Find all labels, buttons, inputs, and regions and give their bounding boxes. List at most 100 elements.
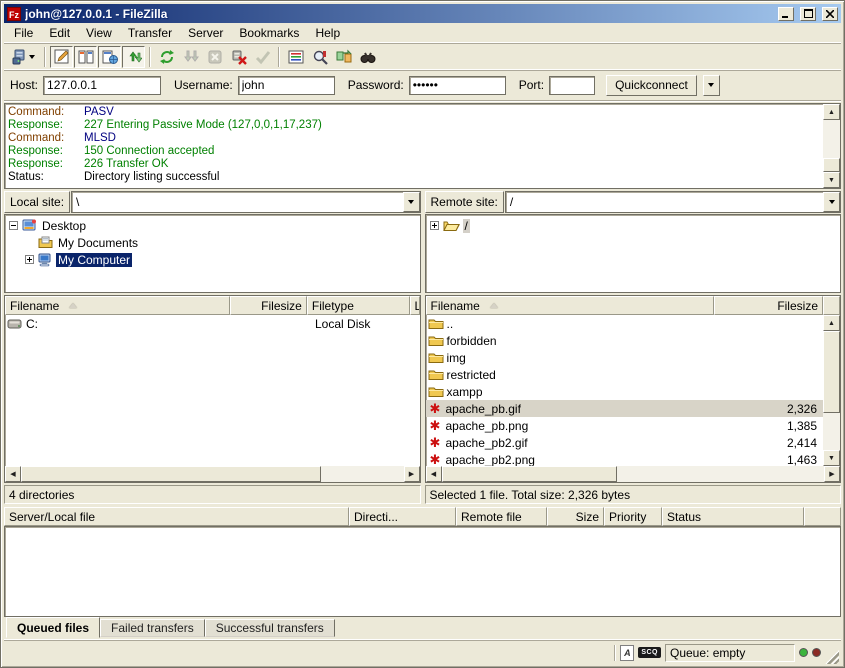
tab-queued-files[interactable]: Queued files — [6, 617, 100, 638]
scrollbar-track[interactable] — [617, 466, 825, 482]
folder-row[interactable]: img — [426, 349, 824, 366]
toggle-queue-button[interactable] — [122, 46, 145, 68]
collapse-icon[interactable] — [9, 221, 18, 230]
scroll-up-icon[interactable]: ▲ — [823, 104, 840, 120]
tab-failed-transfers[interactable]: Failed transfers — [100, 619, 205, 637]
scroll-right-icon[interactable]: ▶ — [824, 466, 840, 482]
toggle-local-tree-button[interactable] — [74, 46, 97, 68]
process-queue-icon — [183, 49, 199, 65]
scroll-down-icon[interactable]: ▼ — [823, 172, 840, 188]
menu-edit[interactable]: Edit — [41, 24, 78, 42]
column-remote-file[interactable]: Remote file — [456, 507, 547, 526]
column-priority[interactable]: Priority — [604, 507, 662, 526]
menu-file[interactable]: File — [6, 24, 41, 42]
local-site-combo[interactable]: \ — [71, 191, 420, 213]
close-icon — [826, 10, 834, 18]
quickconnect-button[interactable]: Quickconnect — [606, 75, 697, 96]
menu-transfer[interactable]: Transfer — [120, 24, 180, 42]
disconnect-button[interactable] — [227, 46, 250, 68]
tree-item-my-computer[interactable]: My Computer — [7, 251, 420, 268]
reconnect-icon — [255, 49, 271, 65]
reconnect-button[interactable] — [251, 46, 274, 68]
cancel-button[interactable] — [203, 46, 226, 68]
tab-successful-transfers[interactable]: Successful transfers — [205, 619, 335, 637]
file-row-selected[interactable]: ✱apache_pb.gif 2,326 — [426, 400, 824, 417]
queue-body[interactable] — [4, 526, 841, 617]
speed-limits-icon[interactable]: SCQ — [638, 647, 661, 658]
scrollbar-track[interactable] — [823, 120, 840, 158]
file-row[interactable]: ✱apache_pb.png 1,385 — [426, 417, 824, 434]
scrollbar-thumb[interactable] — [823, 331, 840, 413]
password-input[interactable] — [409, 76, 506, 95]
title-bar[interactable]: Fz john@127.0.0.1 - FileZilla — [4, 4, 841, 23]
folder-row[interactable]: restricted — [426, 366, 824, 383]
menu-help[interactable]: Help — [307, 24, 348, 42]
log-line: Status: Directory listing successful — [8, 171, 823, 184]
scrollbar-thumb[interactable] — [823, 158, 840, 172]
column-label: Server/Local file — [9, 510, 95, 524]
local-site-dropdown-button[interactable] — [403, 192, 420, 212]
scroll-up-icon[interactable]: ▲ — [823, 315, 840, 331]
data-type-indicator-icon[interactable]: A — [620, 645, 634, 661]
file-type: Local Disk — [311, 317, 415, 331]
menu-bar: File Edit View Transfer Server Bookmarks… — [4, 23, 841, 43]
column-server-local-file[interactable]: Server/Local file — [4, 507, 349, 526]
log-scrollbar[interactable]: ▲ ▼ — [823, 104, 840, 188]
sort-ascending-icon — [69, 303, 77, 308]
tree-item-root[interactable]: / — [428, 217, 841, 234]
toggle-message-log-button[interactable] — [50, 46, 73, 68]
close-button[interactable] — [822, 7, 838, 21]
column-size[interactable]: Size — [547, 507, 604, 526]
remote-horizontal-scrollbar[interactable]: ◀ ▶ — [426, 466, 841, 482]
column-filetype[interactable]: Filetype — [307, 296, 410, 315]
minimize-button[interactable] — [778, 7, 794, 21]
local-file-pane: Filename Filesize Filetype L C: — [4, 295, 421, 504]
column-filesize[interactable]: Filesize — [230, 296, 307, 315]
scrollbar-track[interactable] — [823, 413, 840, 450]
menu-bookmarks[interactable]: Bookmarks — [231, 24, 307, 42]
column-filename[interactable]: Filename — [5, 296, 230, 315]
folder-row[interactable]: .. — [426, 315, 824, 332]
synchronized-browsing-button[interactable] — [332, 46, 355, 68]
scrollbar-thumb[interactable] — [442, 466, 617, 482]
expand-icon[interactable] — [430, 221, 439, 230]
column-status[interactable]: Status — [662, 507, 804, 526]
refresh-button[interactable] — [155, 46, 178, 68]
scroll-down-icon[interactable]: ▼ — [823, 450, 840, 466]
file-row-c-drive[interactable]: C: Local Disk — [5, 315, 420, 332]
username-input[interactable] — [238, 76, 335, 95]
maximize-button[interactable] — [800, 7, 816, 21]
menu-server[interactable]: Server — [180, 24, 231, 42]
folder-row[interactable]: forbidden — [426, 332, 824, 349]
filter-button[interactable] — [284, 46, 307, 68]
remote-site-dropdown-button[interactable] — [823, 192, 840, 212]
scrollbar-thumb[interactable] — [21, 466, 321, 482]
expand-icon[interactable] — [25, 255, 34, 264]
column-filesize[interactable]: Filesize — [714, 296, 824, 315]
resize-grip[interactable] — [825, 650, 839, 664]
scroll-right-icon[interactable]: ▶ — [404, 466, 420, 482]
tree-item-my-documents[interactable]: My Documents — [7, 234, 420, 251]
column-direction[interactable]: Directi... — [349, 507, 456, 526]
quickconnect-dropdown-button[interactable] — [703, 75, 720, 96]
directory-comparison-button[interactable] — [308, 46, 331, 68]
scrollbar-track[interactable] — [321, 466, 404, 482]
site-manager-button[interactable] — [6, 46, 40, 68]
scroll-left-icon[interactable]: ◀ — [5, 466, 21, 482]
remote-site-combo[interactable]: / — [505, 191, 841, 213]
process-queue-button[interactable] — [179, 46, 202, 68]
find-files-button[interactable] — [356, 46, 379, 68]
folder-row[interactable]: xampp — [426, 383, 824, 400]
file-row[interactable]: ✱apache_pb2.gif 2,414 — [426, 434, 824, 451]
toggle-remote-tree-button[interactable] — [98, 46, 121, 68]
scroll-left-icon[interactable]: ◀ — [426, 466, 442, 482]
remote-vertical-scrollbar[interactable]: ▲ ▼ — [823, 315, 840, 466]
port-input[interactable] — [549, 76, 595, 95]
host-input[interactable] — [43, 76, 161, 95]
column-last-modified[interactable]: L — [410, 296, 420, 315]
local-horizontal-scrollbar[interactable]: ◀ ▶ — [5, 466, 420, 482]
menu-view[interactable]: View — [78, 24, 120, 42]
column-filename[interactable]: Filename — [426, 296, 714, 315]
tree-item-desktop[interactable]: Desktop — [7, 217, 420, 234]
file-row[interactable]: ✱apache_pb2.png 1,463 — [426, 451, 824, 466]
